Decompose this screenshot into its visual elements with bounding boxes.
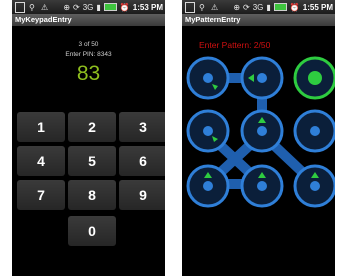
key-9[interactable]: 9: [119, 180, 165, 210]
key-3[interactable]: 3: [119, 112, 165, 142]
pattern-node-7[interactable]: [186, 164, 230, 208]
pattern-node-2[interactable]: [240, 56, 284, 100]
pattern-node-5[interactable]: [240, 109, 284, 153]
status-icons-right: ⊕ ⟳ 3G ▮ ⏰ 1:53 PM: [63, 1, 163, 13]
app-title-bar: MyKeypadEntry: [12, 14, 165, 26]
status-icons-left: ⚲ ⚠: [15, 1, 49, 13]
status-bar: ⚲ ⚠ ⊕ ⟳ 3G ▮ ⏰ 1:53 PM: [12, 0, 165, 14]
alarm-icon: ⏰: [119, 2, 130, 12]
pattern-node-3[interactable]: [293, 56, 335, 100]
pattern-node-6[interactable]: [293, 109, 335, 153]
sync-icon: ⟳: [73, 2, 80, 12]
pattern-node-9[interactable]: [293, 164, 335, 208]
gps-icon: ⊕: [63, 2, 71, 12]
3g-icon: 3G: [82, 2, 94, 12]
pin-label: Enter PIN: 8343: [65, 51, 112, 58]
battery-icon: [103, 3, 117, 11]
keypad-phone-screen: ⚲ ⚠ ⊕ ⟳ 3G ▮ ⏰ 1:53 PM MyKeypadEntry 3 o…: [12, 0, 165, 276]
signal-icon: ▮: [96, 2, 101, 12]
warning-icon: ⚠: [41, 2, 49, 12]
pattern-node-8[interactable]: [240, 164, 284, 208]
status-time: 1:53 PM: [132, 2, 163, 12]
key-6[interactable]: 6: [119, 146, 165, 176]
pattern-grid[interactable]: [182, 0, 335, 276]
key-5[interactable]: 5: [68, 146, 116, 176]
key-8[interactable]: 8: [68, 180, 116, 210]
attempt-counter: 3 of 50: [78, 41, 99, 48]
pattern-node-4[interactable]: [186, 109, 230, 153]
pin-entry-display: 83: [76, 62, 101, 85]
box-icon: [15, 1, 25, 13]
keypad: 1 2 3 4 5 6 7 8 9 0: [12, 112, 165, 251]
pattern-node-1[interactable]: [186, 56, 230, 100]
key-2[interactable]: 2: [68, 112, 116, 142]
usb-icon: ⚲: [29, 2, 35, 12]
key-4[interactable]: 4: [17, 146, 65, 176]
key-1[interactable]: 1: [17, 112, 65, 142]
key-7[interactable]: 7: [17, 180, 65, 210]
pattern-phone-screen: ⚲ ⚠ ⊕ ⟳ 3G ▮ ⏰ 1:55 PM MyPatternEntry En…: [182, 0, 335, 276]
key-0[interactable]: 0: [68, 216, 116, 246]
app-title: MyKeypadEntry: [15, 15, 72, 24]
